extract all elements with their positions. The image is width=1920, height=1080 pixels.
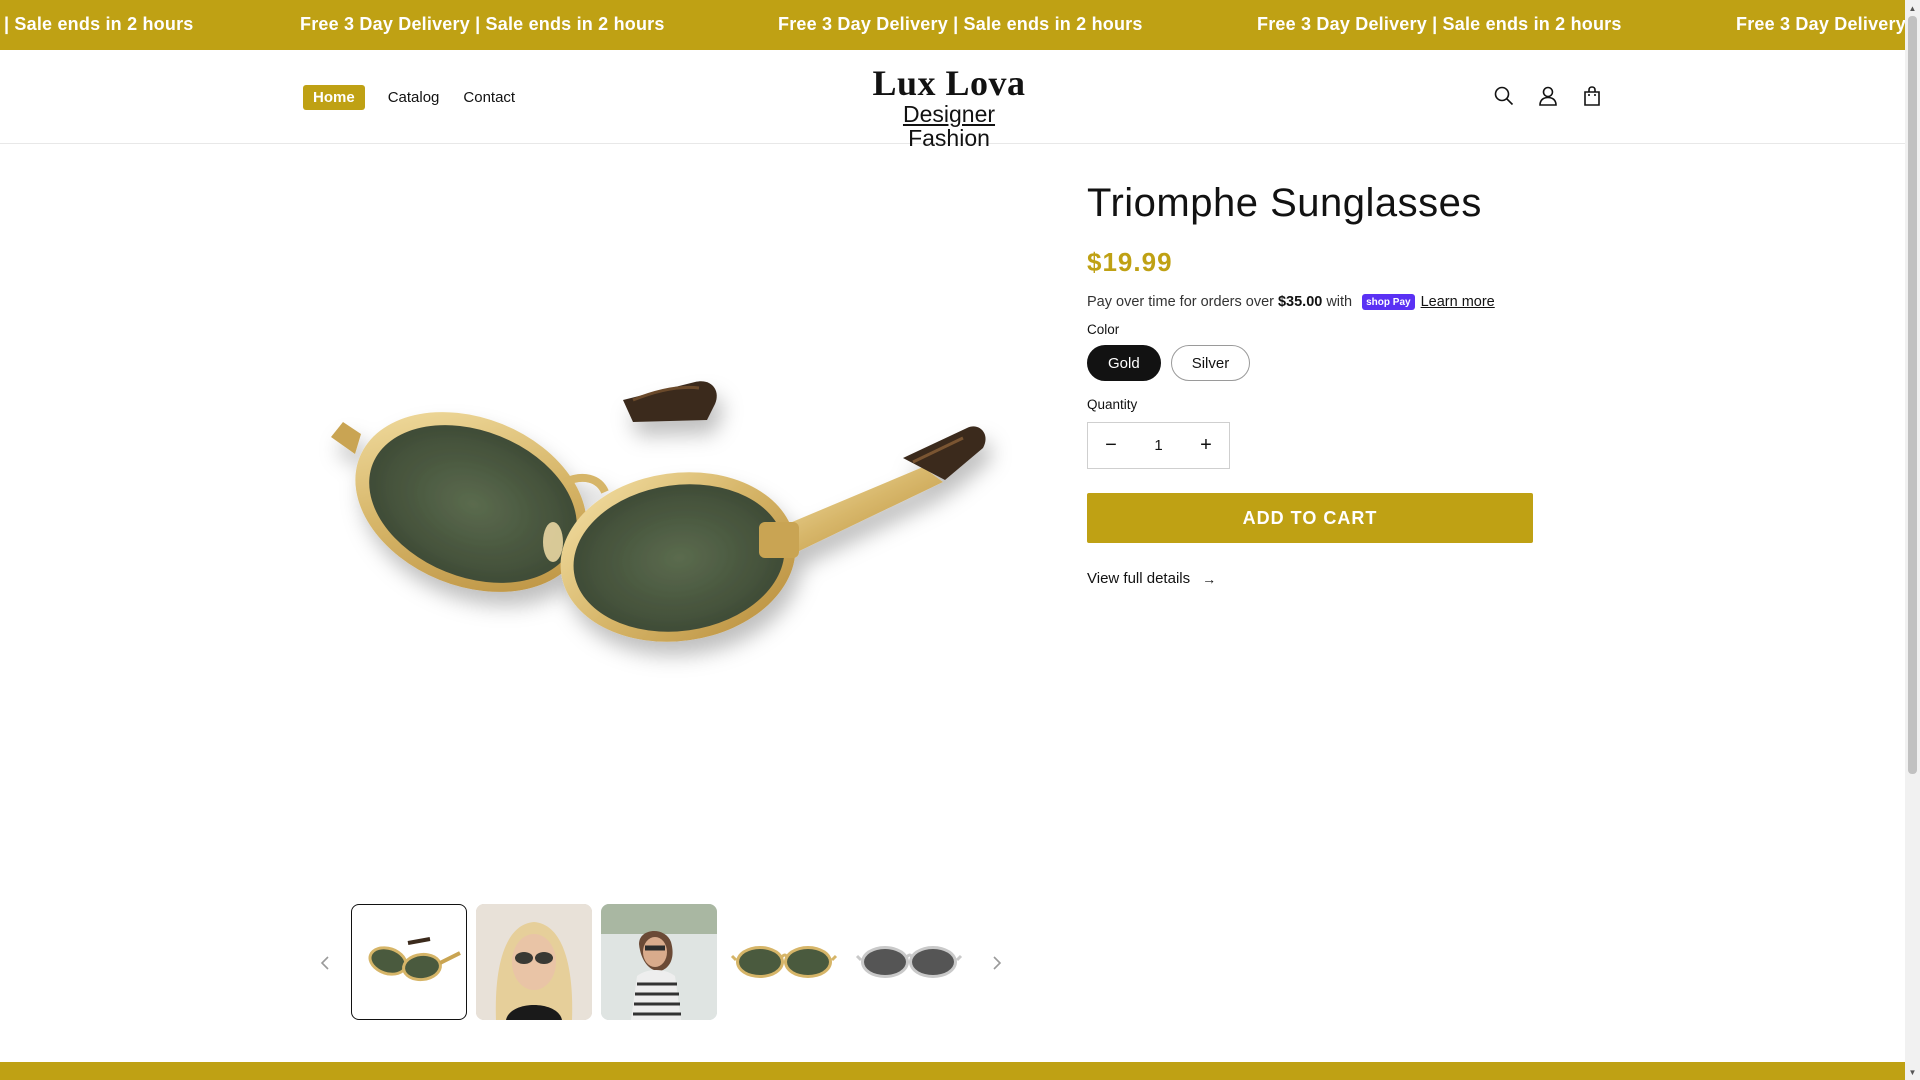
logo-tagline: Designer Fashion [866,102,1032,150]
color-option-silver[interactable]: Silver [1170,345,1251,381]
quantity-input[interactable]: 1 [1154,437,1162,454]
product-price: $19.99 [1087,247,1173,277]
header-icons [1488,80,1620,112]
product-title: Triomphe Sunglasses [1087,181,1482,225]
announcement-text: | Sale ends in 2 hours [4,14,194,34]
announcement-text: Free 3 Day Delivery | Sale ends in 2 hou… [778,14,1143,34]
shop-pay-badge: shop Pay [1362,294,1415,310]
installments-suffix: with [1326,294,1353,310]
thumbnail-2[interactable] [476,904,592,1020]
search-icon[interactable] [1488,80,1520,112]
add-to-cart-button[interactable]: ADD TO CART [1087,493,1533,543]
thumbnail-5[interactable] [851,904,967,1020]
installments-message: Pay over time for orders over $35.00 wit… [1087,294,1533,310]
site-header: Home Catalog Contact Lux Lova Designer F… [0,50,1905,150]
installments-amount: $35.00 [1277,294,1323,310]
quantity-increase-button[interactable]: + [1183,423,1229,468]
scroll-up-icon[interactable]: ▲ [1905,0,1920,16]
front-view-silver-image [855,946,963,978]
nav-catalog[interactable]: Catalog [388,89,440,106]
thumbnail-1[interactable] [351,904,467,1020]
logo-tagline-rest: Fashion [908,125,990,151]
product-info: Triomphe Sunglasses $19.99 Pay over time… [1087,176,1533,587]
color-options: Gold Silver [1087,345,1533,381]
quantity-label: Quantity [1087,397,1138,412]
quantity-decrease-button[interactable]: − [1088,423,1134,468]
thumbnail-slider [303,904,1023,1022]
announcement-bar: | Sale ends in 2 hours Free 3 Day Delive… [0,0,1905,50]
scroll-down-icon[interactable]: ▼ [1905,1064,1920,1080]
announcement-text: Free 3 Day Delivery [1736,14,1905,34]
sunglasses-thumb-image [368,937,461,982]
footer-strip [0,1062,1905,1080]
main-nav: Home Catalog Contact [303,85,539,110]
slider-next-icon[interactable] [985,951,1009,975]
announcement-text: Free 3 Day Delivery | Sale ends in 2 hou… [1257,14,1622,34]
thumbnail-3[interactable] [601,904,717,1020]
nav-home[interactable]: Home [303,85,365,110]
learn-more-link[interactable]: Learn more [1421,294,1495,310]
account-icon[interactable] [1532,80,1564,112]
site-logo[interactable]: Lux Lova Designer Fashion [866,64,1032,150]
view-full-details-link[interactable]: View full details → [1087,570,1533,587]
logo-wordmark: Lux Lova [872,63,1026,103]
color-option-gold[interactable]: Gold [1087,345,1161,381]
installments-prefix: Pay over time for orders over [1087,294,1274,310]
sunglasses-image [331,381,986,642]
nav-contact[interactable]: Contact [463,89,515,106]
lifestyle-photo-image [601,904,717,1020]
slider-prev-icon[interactable] [313,951,337,975]
thumbnail-4[interactable] [726,904,842,1020]
color-label: Color [1087,322,1120,337]
product-main-image[interactable] [303,182,1023,882]
announcement-text: Free 3 Day Delivery | Sale ends in 2 hou… [300,14,665,34]
logo-tagline-underlined: Designer [902,101,996,127]
front-view-gold-image [730,946,838,978]
model-photo-image [476,904,592,1020]
page-scrollbar[interactable]: ▲ ▼ [1905,0,1920,1080]
view-full-details-label: View full details [1087,570,1191,587]
cart-icon[interactable] [1576,80,1608,112]
quantity-stepper: − 1 + [1087,422,1230,469]
scrollbar-thumb[interactable] [1908,16,1917,774]
arrow-right-icon: → [1202,570,1217,587]
